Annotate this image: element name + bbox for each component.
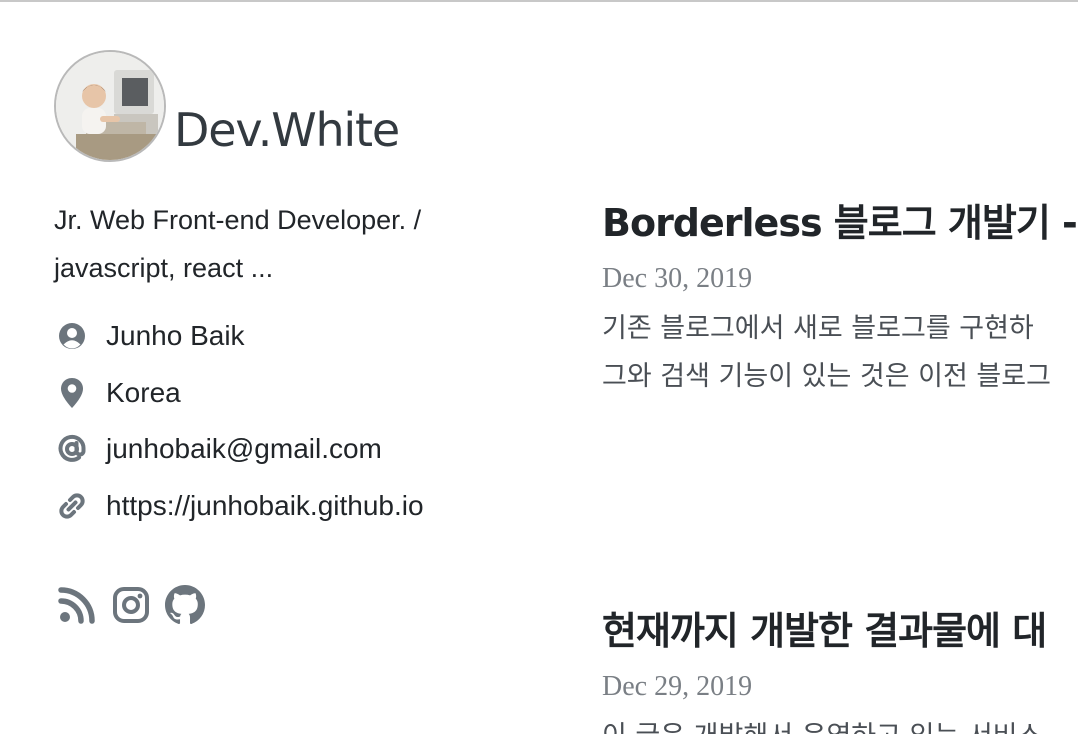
profile-website-link[interactable]: https://junhobaik.github.io bbox=[106, 490, 424, 522]
at-icon bbox=[54, 431, 90, 467]
profile-email-link[interactable]: junhobaik@gmail.com bbox=[106, 433, 382, 465]
profile-location-item: Korea bbox=[54, 365, 424, 422]
profile-website-item: https://junhobaik.github.io bbox=[54, 478, 424, 535]
post-excerpt-line: 이 글은 개발해서 운영하고 있는 서비스 bbox=[602, 713, 1078, 734]
profile-info-list: Junho Baik Korea junhobaik@gmail.com htt… bbox=[54, 308, 424, 534]
profile-email-item: junhobaik@gmail.com bbox=[54, 421, 424, 478]
profile-location: Korea bbox=[106, 376, 181, 408]
bio-line: Jr. Web Front-end Developer. / bbox=[54, 205, 422, 235]
rss-icon bbox=[58, 586, 96, 628]
github-icon bbox=[165, 585, 205, 629]
profile-name-item: Junho Baik bbox=[54, 308, 424, 365]
post-title[interactable]: 현재까지 개발한 결과물에 대 bbox=[602, 600, 1078, 655]
instagram-link[interactable] bbox=[111, 586, 151, 628]
user-circle-icon bbox=[54, 318, 90, 354]
post-excerpt-line: 기존 블로그에서 새로 블로그를 구현하 bbox=[602, 313, 1034, 344]
instagram-icon bbox=[112, 586, 150, 628]
post-excerpt: 기존 블로그에서 새로 블로그를 구현하 그와 검색 기능이 있는 것은 이전 … bbox=[602, 305, 1078, 401]
profile-bio: Jr. Web Front-end Developer. / javascrip… bbox=[54, 196, 494, 292]
link-icon bbox=[54, 488, 90, 524]
post-card[interactable]: Borderless 블로그 개발기 - Dec 30, 2019 기존 블로그… bbox=[602, 192, 1078, 401]
post-card[interactable]: 현재까지 개발한 결과물에 대 Dec 29, 2019 이 글은 개발해서 운… bbox=[602, 600, 1078, 734]
post-list: Borderless 블로그 개발기 - Dec 30, 2019 기존 블로그… bbox=[602, 0, 1078, 734]
rss-link[interactable] bbox=[57, 586, 97, 628]
post-title[interactable]: Borderless 블로그 개발기 - bbox=[602, 192, 1078, 247]
profile-name: Junho Baik bbox=[106, 320, 245, 352]
social-links bbox=[57, 585, 205, 629]
post-date: Dec 29, 2019 bbox=[602, 671, 753, 702]
bio-line: javascript, react ... bbox=[54, 253, 274, 283]
profile-avatar[interactable] bbox=[54, 50, 166, 162]
site-title[interactable]: Dev.White bbox=[174, 103, 400, 157]
post-date: Dec 30, 2019 bbox=[602, 263, 753, 294]
map-marker-icon bbox=[54, 375, 90, 411]
post-excerpt-line: 그와 검색 기능이 있는 것은 이전 블로그 bbox=[602, 361, 1051, 392]
post-excerpt: 이 글은 개발해서 운영하고 있는 서비스 bbox=[602, 713, 1078, 734]
github-link[interactable] bbox=[165, 585, 205, 629]
